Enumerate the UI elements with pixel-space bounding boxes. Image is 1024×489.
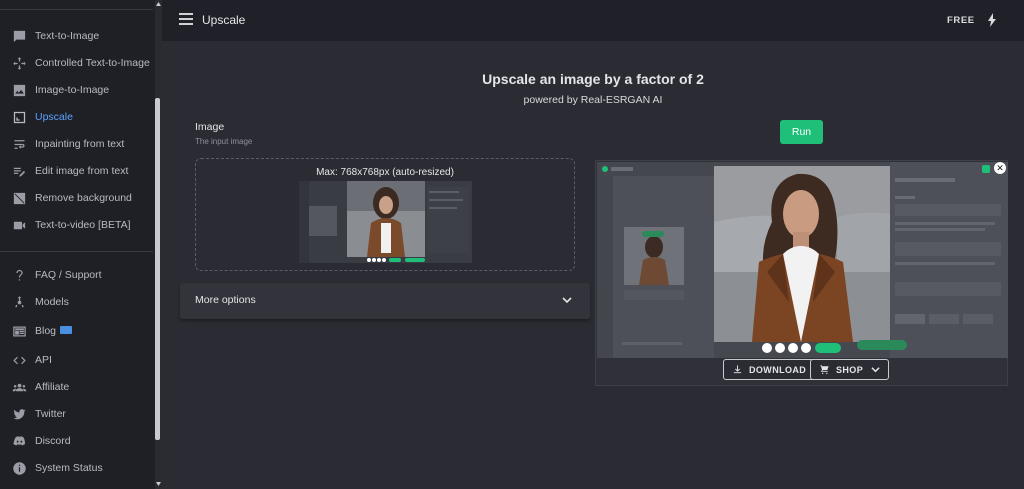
sidebar-item-label: Models [35,296,69,308]
shop-label: SHOP [836,364,864,375]
chat-icon [11,28,27,44]
sidebar-scroll-thumb[interactable] [155,98,160,440]
dropzone-label: Max: 768x768px (auto-resized) [316,167,454,178]
sidebar-item-edit-image[interactable]: Edit image from text [0,158,153,184]
code-icon [11,352,27,368]
sidebar-item-label: Twitter [35,408,66,420]
newspaper-icon [11,323,27,339]
sidebar-item-label: Text-to-video [BETA] [35,219,131,231]
sidebar-item-label: Edit image from text [35,165,129,177]
sidebar-item-label: System Status [35,462,103,474]
image-icon [11,82,27,98]
image-hint: The input image [195,137,253,146]
hide-image-icon [11,190,27,206]
cart-icon [820,365,829,375]
sidebar-item-remove-background[interactable]: Remove background [0,185,153,211]
input-image-thumbnail [299,181,472,263]
sidebar-item-controlled-text-to-image[interactable]: Controlled Text-to-Image [0,50,153,76]
sidebar-item-faq[interactable]: FAQ / Support [0,262,153,288]
more-options-accordion[interactable]: More options [180,283,590,319]
top-bar: Upscale FREE [162,0,1024,41]
sidebar-item-label: Text-to-Image [35,30,100,42]
blog-label: Blog [35,325,57,337]
sidebar-item-label: Blog [35,325,73,337]
sidebar-item-label: Inpainting from text [35,138,125,150]
main-subtitle: powered by Real-ESRGAN AI [523,94,663,106]
sidebar-item-label: FAQ / Support [35,269,102,281]
sidebar-item-api[interactable]: API [0,347,153,373]
sidebar-item-system-status[interactable]: System Status [0,455,153,481]
image-dropzone[interactable]: Max: 768x768px (auto-resized) [195,158,575,271]
close-icon[interactable]: ✕ [994,162,1006,174]
scroll-up-icon[interactable] [155,1,162,7]
download-icon [733,365,742,374]
output-image-panel [595,160,1008,386]
sidebar-item-affiliate[interactable]: Affiliate [0,374,153,400]
main-title: Upscale an image by a factor of 2 [482,71,704,87]
run-button[interactable]: Run [780,120,823,144]
sidebar-item-label: API [35,354,52,366]
group-icon [11,379,27,395]
sidebar-item-label: Image-to-Image [35,84,110,96]
discord-icon [11,433,27,449]
plan-label[interactable]: FREE [947,15,975,26]
scroll-down-icon[interactable] [155,481,162,487]
videocam-icon [11,217,27,233]
more-options-label: More options [195,294,256,306]
output-image [597,162,1008,358]
sidebar-item-image-to-image[interactable]: Image-to-Image [0,77,153,103]
download-button[interactable]: DOWNLOAD [723,359,816,380]
info-icon [11,460,27,476]
wrap-text-icon [11,136,27,152]
move-icon [11,55,27,71]
chevron-down-icon [562,297,572,304]
sidebar-item-label: Affiliate [35,381,70,393]
edit-note-icon [11,163,27,179]
twitter-icon [11,406,27,422]
new-badge-icon [60,326,73,334]
sidebar-item-models[interactable]: Models [0,289,153,315]
page-title: Upscale [202,13,246,27]
sidebar-divider [0,251,153,252]
sidebar-item-upscale[interactable]: Upscale [0,104,153,130]
sidebar-item-label: Controlled Text-to-Image [35,57,150,69]
question-icon [11,267,27,283]
chevron-down-icon [871,367,880,373]
shop-button[interactable]: SHOP [810,359,890,380]
menu-icon[interactable] [179,13,193,27]
sidebar: Text-to-Image Controlled Text-to-Image I… [0,0,162,489]
hub-icon [11,294,27,310]
sidebar-item-label: Upscale [35,111,73,123]
sidebar-item-text-to-video[interactable]: Text-to-video [BETA] [0,212,153,238]
sidebar-item-text-to-image[interactable]: Text-to-Image [0,23,153,49]
image-label: Image [195,121,225,133]
sidebar-divider-top [0,9,153,10]
sidebar-item-twitter[interactable]: Twitter [0,401,153,427]
sidebar-item-label: Remove background [35,192,132,204]
bolt-icon[interactable] [987,13,997,27]
sidebar-item-label: Discord [35,435,71,447]
upscale-icon [11,109,27,125]
sidebar-item-inpainting[interactable]: Inpainting from text [0,131,153,157]
sidebar-item-discord[interactable]: Discord [0,428,153,454]
sidebar-item-blog[interactable]: Blog [0,318,153,344]
download-label: DOWNLOAD [749,364,807,375]
